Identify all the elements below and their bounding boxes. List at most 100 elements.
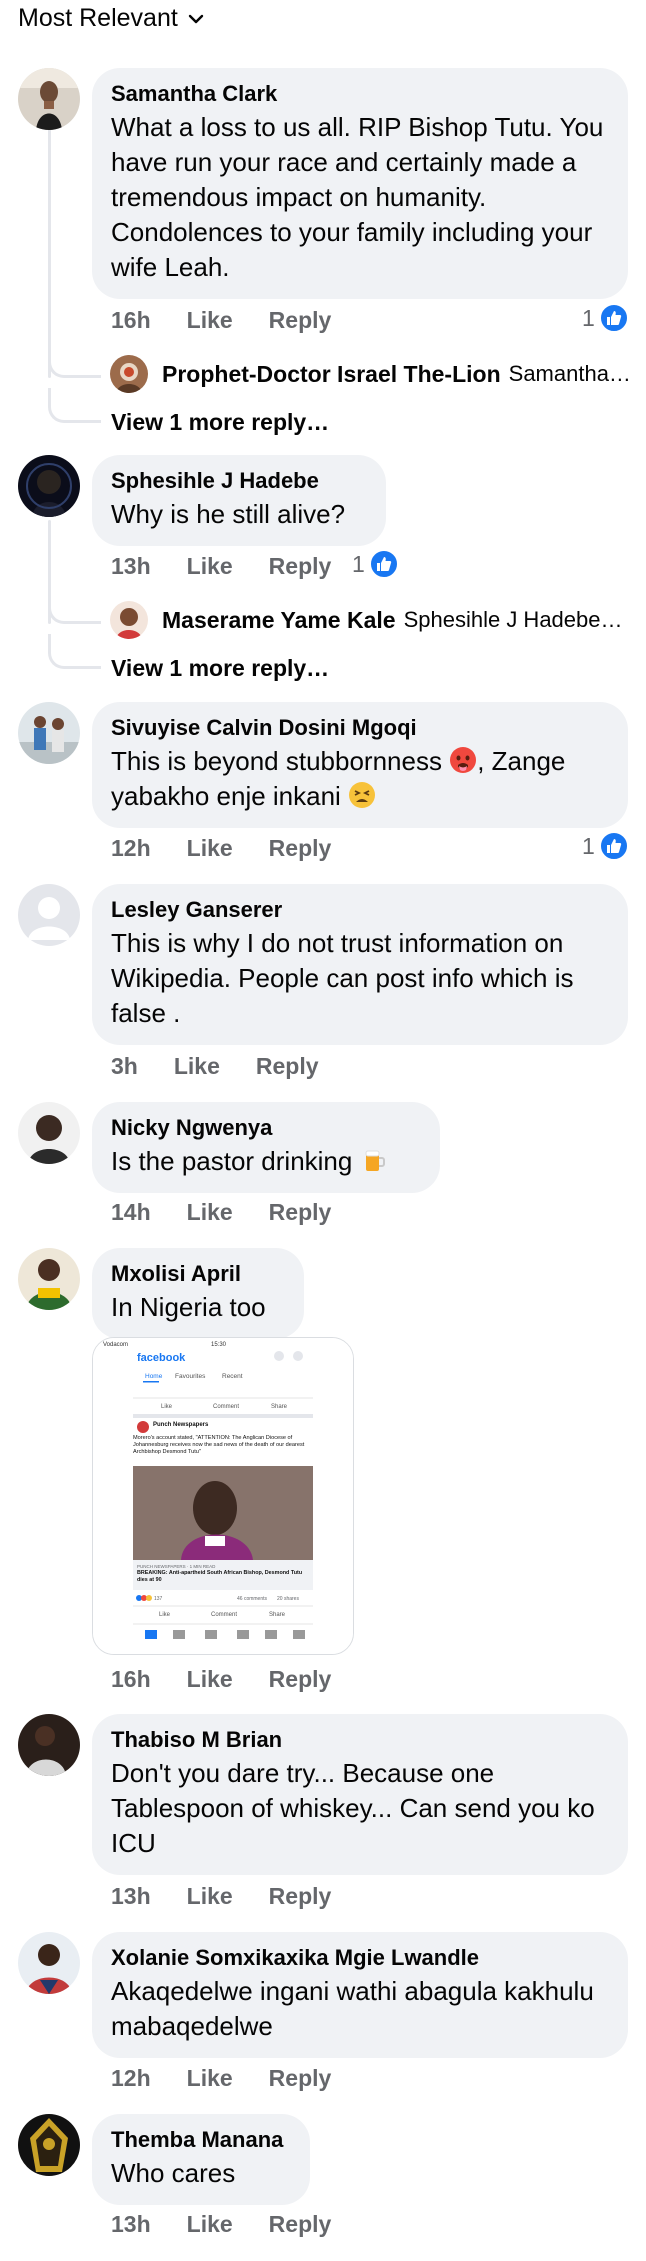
comment-text: This is beyond stubbornness , Zange yaba… <box>111 744 608 814</box>
comment-text: What a loss to us all. RIP Bishop Tutu. … <box>111 112 604 282</box>
reaction-count[interactable]: 1 <box>582 303 629 333</box>
comment-bubble[interactable]: Themba Manana Who cares <box>92 2114 310 2205</box>
comment-bubble[interactable]: Sphesihle J Hadebe Why is he still alive… <box>92 455 386 546</box>
commenter-name[interactable]: Samantha Clark <box>111 80 608 108</box>
svg-text:Vodacom: Vodacom <box>103 1342 128 1348</box>
view-more-replies[interactable]: View 1 more reply… <box>111 409 329 436</box>
commenter-name[interactable]: Nicky Ngwenya <box>111 1114 420 1142</box>
svg-text:Comment: Comment <box>211 1612 237 1618</box>
reply-button[interactable]: Reply <box>269 553 332 580</box>
reply-button[interactable]: Reply <box>269 2211 332 2238</box>
reply-author[interactable]: Maserame Yame Kale <box>162 607 396 634</box>
timestamp[interactable]: 12h <box>111 835 151 862</box>
avatar[interactable] <box>18 455 80 517</box>
comment-text-part: Is the pastor drinking <box>111 1146 353 1176</box>
reaction-count[interactable]: 1 <box>352 549 399 579</box>
comment-text: Akaqedelwe ingani wathi abagula kakhulu … <box>111 1976 594 2041</box>
comment-text: In Nigeria too <box>111 1292 266 1322</box>
commenter-name[interactable]: Mxolisi April <box>111 1260 284 1288</box>
avatar[interactable] <box>18 2114 80 2176</box>
chevron-down-icon <box>188 14 203 23</box>
comment-bubble[interactable]: Mxolisi April In Nigeria too <box>92 1248 304 1339</box>
avatar[interactable] <box>18 1714 80 1776</box>
svg-text:20 shares: 20 shares <box>277 1596 299 1602</box>
like-button[interactable]: Like <box>187 2065 233 2092</box>
comment-text: Who cares <box>111 2158 236 2188</box>
comment-text: Don't you dare try... Because one Tables… <box>111 1758 595 1858</box>
comment-bubble[interactable]: Xolanie Somxikaxika Mgie Lwandle Akaqede… <box>92 1932 628 2058</box>
sort-dropdown[interactable]: Most Relevant <box>18 4 204 33</box>
sort-label: Most Relevant <box>18 4 178 32</box>
thread-connector <box>48 388 101 423</box>
reply-button[interactable]: Reply <box>269 835 332 862</box>
commenter-name[interactable]: Xolanie Somxikaxika Mgie Lwandle <box>111 1944 608 1972</box>
svg-text:Favourites: Favourites <box>175 1373 206 1380</box>
timestamp[interactable]: 13h <box>111 2211 151 2238</box>
comment-actions: 13h Like Reply <box>111 1883 367 1910</box>
reaction-count[interactable]: 1 <box>582 831 629 861</box>
reply-author[interactable]: Prophet-Doctor Israel The-Lion <box>162 361 501 388</box>
reaction-number: 1 <box>352 550 365 577</box>
like-button[interactable]: Like <box>187 1883 233 1910</box>
svg-text:Punch Newspapers: Punch Newspapers <box>153 1422 209 1428</box>
avatar[interactable] <box>18 702 80 764</box>
commenter-name[interactable]: Thabiso M Brian <box>111 1726 608 1754</box>
reply-button[interactable]: Reply <box>269 1199 332 1226</box>
reply-button[interactable]: Reply <box>269 307 332 334</box>
like-button[interactable]: Like <box>187 553 233 580</box>
reply-button[interactable]: Reply <box>256 1053 319 1080</box>
like-button[interactable]: Like <box>187 2211 233 2238</box>
like-button[interactable]: Like <box>174 1053 220 1080</box>
avatar[interactable] <box>18 1248 80 1310</box>
comment-text: Is the pastor drinking <box>111 1144 420 1179</box>
avatar[interactable] <box>18 884 80 946</box>
svg-text:PUNCH NEWSPAPERS · 1 MIN READ: PUNCH NEWSPAPERS · 1 MIN READ <box>137 1564 216 1569</box>
commenter-name[interactable]: Sivuyise Calvin Dosini Mgoqi <box>111 714 608 742</box>
like-button[interactable]: Like <box>187 1199 233 1226</box>
thread-line <box>48 128 51 378</box>
comment-text-part: , Zange <box>477 746 566 776</box>
timestamp[interactable]: 13h <box>111 553 151 580</box>
comment-actions: 3h Like Reply <box>111 1053 355 1080</box>
svg-text:facebook: facebook <box>137 1352 186 1364</box>
thread-connector <box>48 634 101 669</box>
timestamp[interactable]: 14h <box>111 1199 151 1226</box>
comment-actions: 16h Like Reply <box>111 1666 367 1693</box>
timestamp[interactable]: 3h <box>111 1053 138 1080</box>
view-more-replies[interactable]: View 1 more reply… <box>111 655 329 682</box>
tired-face-emoji-icon <box>349 782 376 808</box>
avatar[interactable] <box>18 1102 80 1164</box>
timestamp[interactable]: 16h <box>111 307 151 334</box>
reply-button[interactable]: Reply <box>269 1666 332 1693</box>
timestamp[interactable]: 16h <box>111 1666 151 1693</box>
avatar[interactable] <box>18 68 80 130</box>
reply-snippet: Sphesihle J Hadebe… <box>403 607 623 632</box>
like-button[interactable]: Like <box>187 307 233 334</box>
reply-button[interactable]: Reply <box>269 2065 332 2092</box>
comment-bubble[interactable]: Thabiso M Brian Don't you dare try... Be… <box>92 1714 628 1875</box>
commenter-name[interactable]: Themba Manana <box>111 2126 290 2154</box>
like-button[interactable]: Like <box>187 835 233 862</box>
comment-actions: 13h Like Reply <box>111 2211 367 2238</box>
reply-button[interactable]: Reply <box>269 1883 332 1910</box>
reply-preview[interactable]: Prophet-Doctor Israel The-Lion Samantha… <box>110 355 631 393</box>
comment-bubble[interactable]: Lesley Ganserer This is why I do not tru… <box>92 884 628 1045</box>
thread-connector <box>48 591 101 624</box>
comment-bubble[interactable]: Sivuyise Calvin Dosini Mgoqi This is bey… <box>92 702 628 828</box>
timestamp[interactable]: 12h <box>111 2065 151 2092</box>
comment-bubble[interactable]: Nicky Ngwenya Is the pastor drinking <box>92 1102 440 1193</box>
like-button[interactable]: Like <box>187 1666 233 1693</box>
avatar[interactable] <box>18 1932 80 1994</box>
commenter-name[interactable]: Sphesihle J Hadebe <box>111 467 366 495</box>
svg-text:15:30: 15:30 <box>211 1342 227 1348</box>
commenter-name[interactable]: Lesley Ganserer <box>111 896 608 924</box>
beer-mug-emoji-icon <box>365 1150 385 1171</box>
timestamp[interactable]: 13h <box>111 1883 151 1910</box>
reply-preview[interactable]: Maserame Yame Kale Sphesihle J Hadebe… <box>110 601 623 639</box>
screenshot-image: Vodacom 15:30 facebook Home Favourites R… <box>93 1338 353 1654</box>
svg-text:Share: Share <box>271 1404 288 1410</box>
like-reaction-icon <box>368 549 399 579</box>
svg-text:137: 137 <box>154 1596 163 1602</box>
attached-screenshot[interactable]: Vodacom 15:30 facebook Home Favourites R… <box>92 1337 354 1655</box>
comment-bubble[interactable]: Samantha Clark What a loss to us all. RI… <box>92 68 628 299</box>
